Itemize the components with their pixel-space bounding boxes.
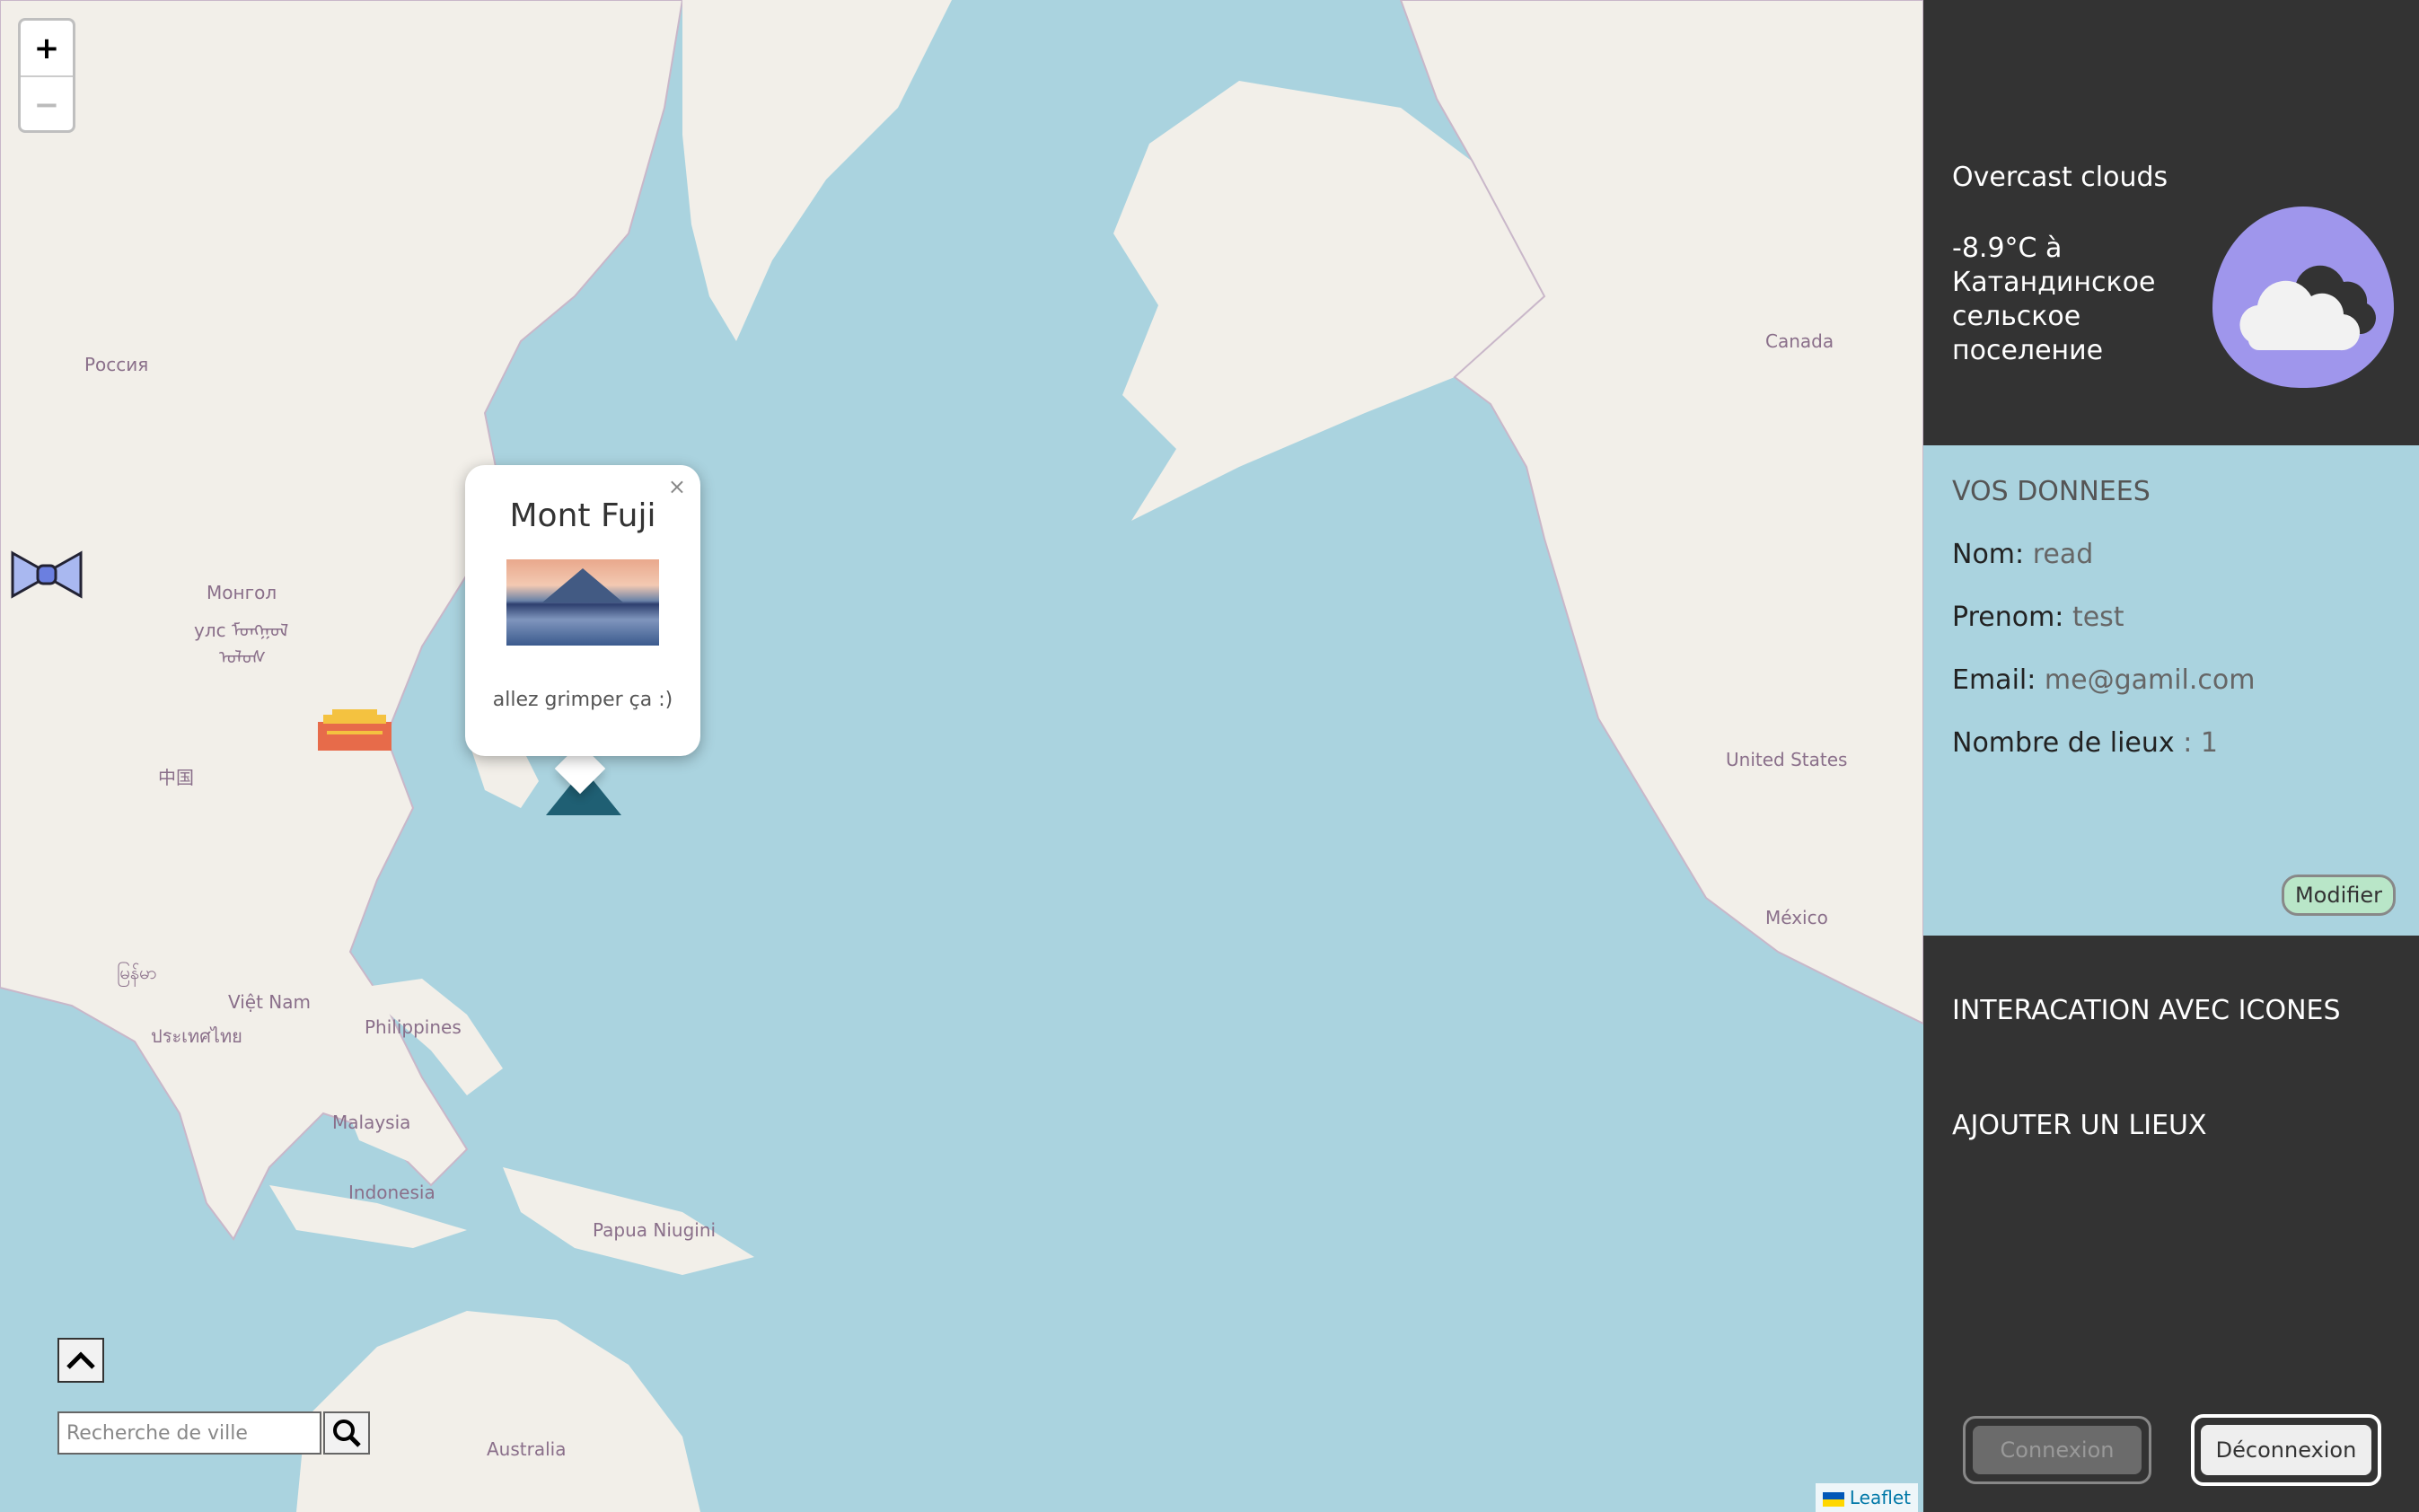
map-attribution[interactable]: Leaflet [1815,1483,1918,1512]
label-china: 中国 [158,767,194,788]
label-indonesia: Indonesia [348,1182,435,1203]
weather-panel: Overcast clouds -8.9°C à Катандинское се… [1923,0,2419,445]
zoom-control: + − [18,18,75,133]
label-mexico: México [1765,907,1828,928]
actions-panel: INTERACATION AVEC ICONES AJOUTER UN LIEU… [1923,936,2419,1512]
city-search-input[interactable]: Recherche de ville [57,1411,321,1455]
map-view[interactable]: Россия Монгол улс ᠮᠤᠩᠭᠤᠯ ᠤᠯᠤᠰ 中国 မြန်မာ … [0,0,1923,1512]
label-usa: United States [1726,749,1848,770]
user-email-row: Email: me@gamil.com [1952,664,2256,696]
lieux-value: : 1 [2183,727,2218,759]
label-australia: Australia [487,1438,567,1460]
email-value: me@gamil.com [2044,664,2256,696]
label-png: Papua Niugini [593,1219,717,1241]
icons-interaction-link[interactable]: INTERACATION AVEC ICONES [1952,995,2341,1026]
chevron-up-icon [66,1351,95,1369]
user-nom-row: Nom: read [1952,539,2093,570]
label-malaysia: Malaysia [332,1112,411,1133]
weather-description: Overcast clouds [1952,162,2168,193]
nom-value: read [2032,539,2094,570]
popup-image [506,559,659,646]
temple-marker-icon[interactable] [318,709,391,751]
attribution-link[interactable]: Leaflet [1850,1487,1911,1508]
zoom-out-button[interactable]: − [21,77,73,130]
email-label: Email: [1952,664,2036,696]
weather-icon-badge [2212,207,2394,388]
user-data-header: VOS DONNEES [1952,476,2151,507]
label-vietnam: Việt Nam [228,991,312,1013]
nom-label: Nom: [1952,539,2025,570]
cloud-icon [2239,265,2376,351]
add-place-link[interactable]: AJOUTER UN LIEUX [1952,1110,2207,1141]
place-popup: × Mont Fuji allez grimper ça :) [465,465,700,756]
user-lieux-row: Nombre de lieux : 1 [1952,727,2218,759]
label-thailand: ประเทศไทย [151,1025,242,1047]
popup-title: Mont Fuji [509,497,656,534]
user-data-panel: VOS DONNEES Nom: read Prenom: test Email… [1923,445,2419,936]
login-label: Connexion [1973,1426,2142,1474]
weather-temperature: -8.9°C à Катандинское сельское поселение [1952,233,2156,366]
label-mongolia: Монгол [207,582,277,603]
popup-description: allez grimper ça :) [492,689,673,711]
label-philippines: Philippines [365,1016,462,1038]
label-canada: Canada [1765,330,1834,352]
label-mongolia-3: ᠤᠯᠤᠰ [219,646,267,668]
modify-button[interactable]: Modifier [2281,875,2396,916]
map-land [0,0,1923,1512]
prenom-label: Prenom: [1952,602,2064,633]
lieux-label: Nombre de lieux [1952,727,2175,759]
label-myanmar: မြန်မာ [117,962,157,983]
zoom-in-button[interactable]: + [21,21,73,77]
logout-button[interactable]: Déconnexion [2191,1414,2381,1486]
ukraine-flag-icon [1822,1491,1844,1507]
search-button[interactable] [323,1411,370,1455]
label-russia: Россия [84,354,149,375]
logout-label: Déconnexion [2201,1425,2371,1475]
app-root: Россия Монгол улс ᠮᠤᠩᠭᠤᠯ ᠤᠯᠤᠰ 中国 မြန်မာ … [0,0,2419,1512]
user-prenom-row: Prenom: test [1952,602,2124,633]
search-icon [333,1420,361,1447]
sidebar: Overcast clouds -8.9°C à Катандинское се… [1923,0,2419,1512]
collapse-button[interactable] [57,1338,104,1383]
bowtie-marker-icon[interactable] [9,548,84,602]
login-button[interactable]: Connexion [1963,1416,2151,1484]
prenom-value: test [2072,602,2124,633]
popup-close-button[interactable]: × [668,474,686,499]
